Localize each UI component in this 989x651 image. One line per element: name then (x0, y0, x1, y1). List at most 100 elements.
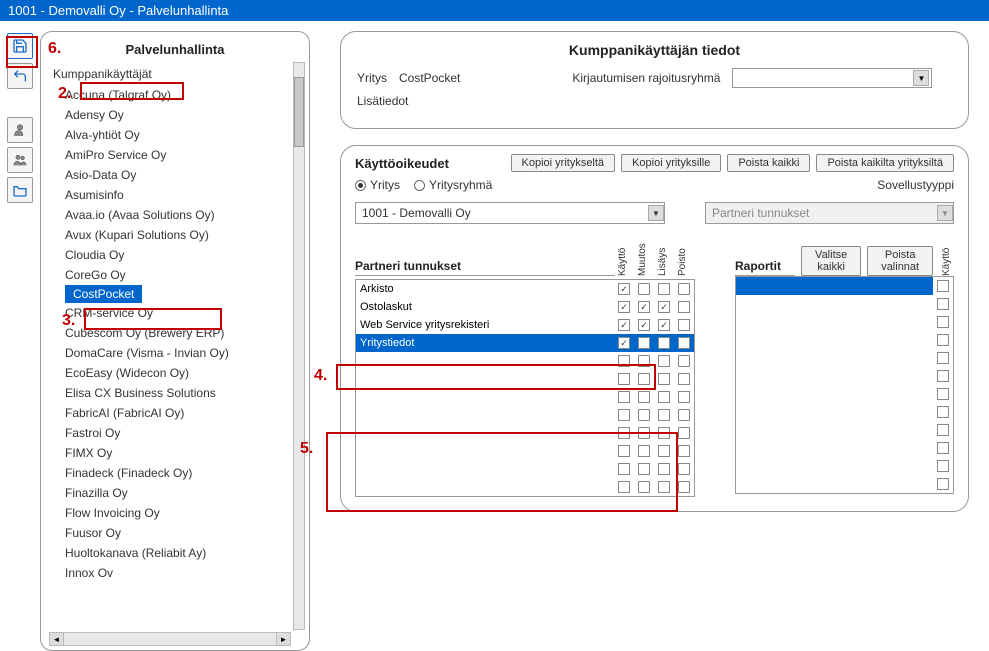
tree-item[interactable]: Avux (Kupari Solutions Oy) (45, 225, 305, 245)
table-row[interactable] (356, 424, 694, 442)
checkbox[interactable] (638, 337, 650, 349)
checkbox[interactable] (678, 463, 690, 475)
table-row[interactable]: Yritystiedot (356, 334, 694, 352)
remove-all-button[interactable]: Poista kaikki (727, 154, 810, 172)
table-row[interactable] (356, 442, 694, 460)
checkbox[interactable] (658, 481, 670, 493)
checkbox[interactable] (618, 481, 630, 493)
checkbox[interactable] (678, 319, 690, 331)
checkbox[interactable] (638, 409, 650, 421)
checkbox[interactable] (638, 355, 650, 367)
checkbox[interactable] (658, 427, 670, 439)
checkbox[interactable] (618, 445, 630, 457)
table-row[interactable] (736, 385, 953, 403)
restriction-group-select[interactable]: ▼ (732, 68, 932, 88)
tree-item[interactable]: FabricAI (FabricAI Oy) (45, 403, 305, 423)
checkbox[interactable] (678, 391, 690, 403)
checkbox[interactable] (678, 409, 690, 421)
table-row[interactable] (356, 478, 694, 496)
reports-table[interactable] (735, 276, 954, 494)
tree-item[interactable]: FIMX Oy (45, 443, 305, 463)
sidebar-vertical-scrollbar[interactable] (293, 62, 305, 630)
tree-item[interactable]: CRM-service Oy (45, 303, 305, 323)
tree-item[interactable]: Alva-yhtiöt Oy (45, 125, 305, 145)
checkbox[interactable] (658, 373, 670, 385)
checkbox[interactable] (618, 283, 630, 295)
checkbox[interactable] (638, 373, 650, 385)
tree-item[interactable]: Finadeck (Finadeck Oy) (45, 463, 305, 483)
clear-selection-button[interactable]: Poista valinnat (867, 246, 933, 276)
table-row[interactable] (736, 331, 953, 349)
table-row[interactable]: Ostolaskut (356, 298, 694, 316)
tree-item[interactable]: CostPocket (65, 285, 142, 303)
scroll-left-icon[interactable]: ◄ (50, 633, 64, 645)
table-row[interactable] (736, 295, 953, 313)
tree-item[interactable]: Flow Invoicing Oy (45, 503, 305, 523)
sidebar-horizontal-scrollbar[interactable]: ◄ ► (49, 632, 291, 646)
checkbox[interactable] (937, 442, 949, 454)
table-row[interactable] (356, 370, 694, 388)
sidebar-tree[interactable]: Kumppanikäyttäjät Accuna (Talgraf Oy)Ade… (45, 65, 305, 625)
checkbox[interactable] (638, 463, 650, 475)
table-row[interactable] (356, 460, 694, 478)
checkbox[interactable] (678, 301, 690, 313)
checkbox[interactable] (937, 388, 949, 400)
save-button[interactable] (7, 33, 33, 59)
checkbox[interactable] (937, 352, 949, 364)
copy-to-companies-button[interactable]: Kopioi yrityksille (621, 154, 721, 172)
table-row[interactable] (736, 349, 953, 367)
checkbox[interactable] (658, 319, 670, 331)
tree-item[interactable]: AmiPro Service Oy (45, 145, 305, 165)
tree-item[interactable]: Finazilla Oy (45, 483, 305, 503)
folder-button[interactable] (7, 177, 33, 203)
checkbox[interactable] (658, 409, 670, 421)
checkbox[interactable] (618, 409, 630, 421)
table-row[interactable]: Arkisto (356, 280, 694, 298)
table-row[interactable] (736, 277, 953, 295)
checkbox[interactable] (678, 337, 690, 349)
checkbox[interactable] (937, 280, 949, 292)
table-row[interactable] (356, 352, 694, 370)
tree-item[interactable]: Asumisinfo (45, 185, 305, 205)
copy-from-company-button[interactable]: Kopioi yritykseltä (511, 154, 616, 172)
table-row[interactable] (736, 475, 953, 493)
checkbox[interactable] (618, 373, 630, 385)
checkbox[interactable] (658, 337, 670, 349)
undo-button[interactable] (7, 63, 33, 89)
user-button[interactable] (7, 117, 33, 143)
tree-item[interactable]: DomaCare (Visma - Invian Oy) (45, 343, 305, 363)
tree-item[interactable]: CoreGo Oy (45, 265, 305, 285)
checkbox[interactable] (658, 283, 670, 295)
checkbox[interactable] (618, 319, 630, 331)
radio-company-group[interactable]: Yritysryhmä (414, 178, 492, 192)
checkbox[interactable] (618, 301, 630, 313)
checkbox[interactable] (618, 463, 630, 475)
checkbox[interactable] (618, 427, 630, 439)
checkbox[interactable] (937, 424, 949, 436)
checkbox[interactable] (638, 319, 650, 331)
table-row[interactable] (736, 367, 953, 385)
checkbox[interactable] (678, 283, 690, 295)
checkbox[interactable] (638, 445, 650, 457)
checkbox[interactable] (638, 481, 650, 493)
tree-item[interactable]: Fastroi Oy (45, 423, 305, 443)
table-row[interactable] (356, 406, 694, 424)
tree-item[interactable]: Asio-Data Oy (45, 165, 305, 185)
checkbox[interactable] (678, 373, 690, 385)
checkbox[interactable] (618, 337, 630, 349)
table-row[interactable]: Web Service yritysrekisteri (356, 316, 694, 334)
tree-item[interactable]: Fuusor Oy (45, 523, 305, 543)
table-row[interactable] (736, 421, 953, 439)
remove-from-all-companies-button[interactable]: Poista kaikilta yrityksiltä (816, 154, 954, 172)
checkbox[interactable] (937, 478, 949, 490)
checkbox[interactable] (937, 298, 949, 310)
checkbox[interactable] (638, 301, 650, 313)
tree-item[interactable]: Huoltokanava (Reliabit Ay) (45, 543, 305, 563)
tree-item[interactable]: Accuna (Talgraf Oy) (45, 85, 305, 105)
checkbox[interactable] (937, 370, 949, 382)
company-combo[interactable]: 1001 - Demovalli Oy ▼ (355, 202, 665, 224)
checkbox[interactable] (937, 334, 949, 346)
table-row[interactable] (356, 388, 694, 406)
checkbox[interactable] (937, 460, 949, 472)
scroll-right-icon[interactable]: ► (276, 633, 290, 645)
